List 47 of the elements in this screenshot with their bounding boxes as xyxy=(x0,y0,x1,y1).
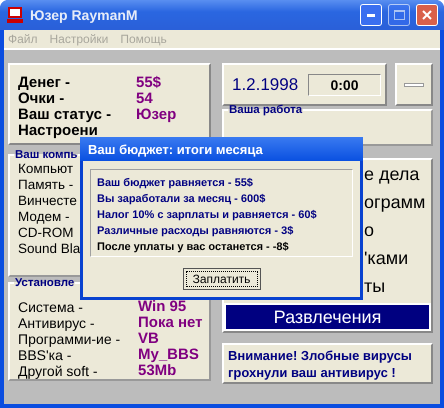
dialog-title: Ваш бюджет: итоги месяца xyxy=(88,142,263,156)
minus-icon xyxy=(404,82,424,86)
software-label: Система - xyxy=(18,299,84,315)
stat-value: 55$ xyxy=(136,75,162,91)
window-title: Юзер RaymanM xyxy=(30,7,139,23)
group-title: Ваш компь xyxy=(14,149,78,161)
software-label: Программи-ие - xyxy=(18,331,122,347)
minimize-button[interactable] xyxy=(360,4,382,26)
date-text: 1.2.1998 xyxy=(232,74,298,94)
group-title: Ваша работа xyxy=(228,104,304,116)
summary-line: Вы заработали за месяц - 600$ xyxy=(97,192,266,207)
software-value: VB xyxy=(138,331,160,347)
software-label: Антивирус - xyxy=(18,315,96,331)
software-value: Win 95 xyxy=(138,299,188,315)
summary-line: Ваш бюджет равняется - 55$ xyxy=(97,176,254,191)
summary-line: Различные расходы равняются - 3$ xyxy=(97,224,294,239)
minus-button[interactable] xyxy=(395,63,433,106)
action-button[interactable]: Развлечения xyxy=(224,303,431,331)
maximize-button[interactable] xyxy=(388,4,410,26)
component-label: Модем - xyxy=(18,209,70,225)
close-button[interactable] xyxy=(416,4,438,26)
time-field: 0:00 xyxy=(308,74,381,96)
summary-line: Налог 10% с зарплаты и равняется - 60$ xyxy=(97,208,318,223)
maximize-icon xyxy=(394,10,404,20)
stat-label: Ваш статус - xyxy=(18,107,112,123)
stat-value: 54 xyxy=(136,91,154,107)
close-icon xyxy=(422,10,432,20)
summary-line: После уплаты у вас останется - -8$ xyxy=(97,240,290,255)
minimize-icon xyxy=(367,14,375,16)
software-value: Пока нет xyxy=(138,315,203,331)
component-label: Sound Bla xyxy=(18,241,80,257)
component-label: Память - xyxy=(18,177,74,193)
computer-icon xyxy=(6,6,24,24)
warning-text: Внимание! Злобные вирусы грохнули ваш антивирус ! xyxy=(228,347,413,381)
software-value: 53Mb xyxy=(138,363,176,379)
software-label: Другой soft - xyxy=(18,363,99,379)
component-label: Компьют xyxy=(18,161,74,177)
stat-label: Денег - xyxy=(18,75,72,91)
group-title: Установле xyxy=(14,277,76,289)
pay-button[interactable]: Заплатить xyxy=(182,268,260,290)
software-value: My_BBS xyxy=(138,347,200,363)
software-label: BBS'ка - xyxy=(18,347,72,363)
component-label: CD-ROM xyxy=(18,225,74,241)
component-label: Винчесте xyxy=(18,193,77,209)
stat-value: Юзер xyxy=(136,107,178,123)
stat-label: Очки - xyxy=(18,91,66,107)
stat-label: Настроени xyxy=(18,123,98,139)
